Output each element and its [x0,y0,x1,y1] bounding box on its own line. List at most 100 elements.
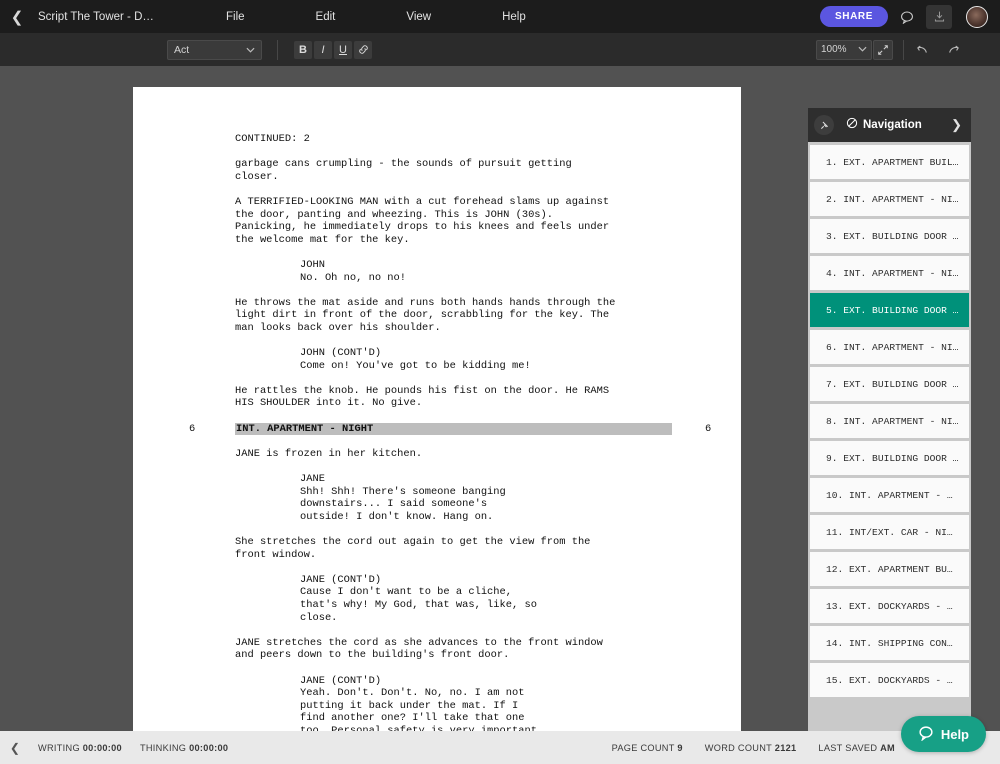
comment-bubble-icon[interactable] [894,5,920,29]
nav-scene-item[interactable]: 9. EXT. BUILDING DOOR … [810,441,969,475]
menu-item-list: File Edit View Help [216,7,587,27]
menu-item-view[interactable]: View [396,7,441,27]
action-line: the door, panting and wheezing. This is … [133,209,741,222]
share-button[interactable]: SHARE [820,6,888,27]
navigation-panel-header: Navigation ❯ [808,108,971,142]
last-saved-value: AM [880,743,895,753]
dialogue-line: find another one? I'll take that one [133,712,741,725]
nav-scene-item[interactable]: 15. EXT. DOCKYARDS - … [810,663,969,697]
undo-arrow-icon[interactable] [915,44,929,56]
nav-scene-label: 3. EXT. BUILDING DOOR … [826,231,958,242]
chat-bubble-icon [918,725,934,744]
zoom-level-select[interactable]: 100% [816,40,872,60]
nav-scene-item[interactable]: 10. INT. APARTMENT - … [810,478,969,512]
nav-scene-item[interactable]: 5. EXT. BUILDING DOOR … [810,293,969,327]
action-line: front window. [133,549,741,562]
nav-scene-item[interactable]: 6. INT. APARTMENT - NI… [810,330,969,364]
thinking-time: 00:00:00 [189,743,228,753]
element-type-select[interactable]: Act [167,40,262,60]
bold-label: B [299,44,307,56]
scene-heading-row[interactable]: 6 INT. APARTMENT - NIGHT 6 [133,423,741,436]
editor-workspace: CONTINUED: 2garbage cans crumpling - the… [0,66,1000,731]
script-blank-line [133,335,741,348]
nav-scene-item[interactable]: 2. INT. APARTMENT - NI… [810,182,969,216]
last-saved: LAST SAVED AM [818,743,895,753]
pin-icon[interactable] [814,115,834,135]
nav-scene-item[interactable]: 3. EXT. BUILDING DOOR … [810,219,969,253]
script-blank-line [133,183,741,196]
scene-heading-text: INT. APARTMENT - NIGHT [235,423,672,436]
nav-scene-label: 2. INT. APARTMENT - NI… [826,194,958,205]
menu-item-help[interactable]: Help [492,7,536,27]
nav-scene-label: 7. EXT. BUILDING DOOR … [826,379,958,390]
dialogue-line: downstairs... I said someone's [133,498,741,511]
redo-arrow-icon[interactable] [947,44,961,56]
writing-time: 00:00:00 [83,743,122,753]
nav-scene-label: 1. EXT. APARTMENT BUIL… [826,157,958,168]
zoom-level-value: 100% [821,44,847,55]
back-chevron-icon[interactable]: ❮ [2,8,32,26]
chevron-down-icon [246,44,255,56]
chevron-down-icon [858,44,867,55]
nav-scene-item[interactable]: 8. INT. APARTMENT - NI… [810,404,969,438]
script-blank-line [133,561,741,574]
nav-scene-item[interactable]: 4. INT. APARTMENT - NI… [810,256,969,290]
zoom-controls: 100% [816,40,893,60]
menu-item-edit[interactable]: Edit [306,7,346,27]
script-blank-line [133,435,741,448]
italic-button[interactable]: I [314,41,332,59]
dialogue-line: close. [133,612,741,625]
statusbar-collapse-icon[interactable]: ❮ [0,741,30,755]
scene-number-right: 6 [705,423,711,436]
action-line: the welcome mat for the key. [133,234,741,247]
status-bar: ❮ WRITING 00:00:00 THINKING 00:00:00 PAG… [0,731,1000,764]
nav-scene-item[interactable]: 12. EXT. APARTMENT BU… [810,552,969,586]
navigation-title: Navigation [863,119,922,131]
scene-number-left: 6 [189,423,195,436]
statusbar-timers: WRITING 00:00:00 THINKING 00:00:00 [38,743,228,753]
thinking-label: THINKING [140,743,186,753]
thinking-timer: THINKING 00:00:00 [140,743,228,753]
italic-label: I [321,44,324,56]
nav-scene-label: 4. INT. APARTMENT - NI… [826,268,958,279]
formatting-toolbar: Act B I U 100% [0,33,1000,66]
menu-item-file[interactable]: File [216,7,255,27]
character-cue: JANE [133,473,741,486]
character-cue: JOHN [133,259,741,272]
last-saved-label: LAST SAVED [818,743,877,753]
nav-scene-item[interactable]: 1. EXT. APARTMENT BUIL… [810,145,969,179]
nav-scene-item[interactable]: 7. EXT. BUILDING DOOR … [810,367,969,401]
script-text-body[interactable]: CONTINUED: 2garbage cans crumpling - the… [133,87,741,731]
underline-label: U [339,44,347,56]
nav-scene-item[interactable]: 14. INT. SHIPPING CON… [810,626,969,660]
underline-button[interactable]: U [334,41,352,59]
chevron-right-icon[interactable]: ❯ [951,117,962,133]
dialogue-line: Come on! You've got to be kidding me! [133,360,741,373]
writing-timer: WRITING 00:00:00 [38,743,122,753]
bold-button[interactable]: B [294,41,312,59]
expand-arrows-icon[interactable] [873,40,893,60]
nav-scene-item[interactable]: 13. EXT. DOCKYARDS - … [810,589,969,623]
target-circle-icon [846,116,858,134]
page-count-label: PAGE COUNT [612,743,675,753]
nav-scene-label: 11. INT/EXT. CAR - NI… [826,527,953,538]
word-count-label: WORD COUNT [705,743,772,753]
script-blank-line [133,410,741,423]
link-icon[interactable] [354,41,372,59]
download-icon[interactable] [926,5,952,29]
help-button[interactable]: Help [901,716,986,752]
script-blank-line [133,662,741,675]
navigation-title-group: Navigation [846,116,922,134]
dialogue-line: No. Oh no, no no! [133,272,741,285]
document-title[interactable]: Script The Tower - De… [38,11,158,23]
word-count: WORD COUNT 2121 [705,743,797,753]
nav-scene-item[interactable]: 11. INT/EXT. CAR - NI… [810,515,969,549]
navigation-scene-list[interactable]: 1. EXT. APARTMENT BUIL… 2. INT. APARTMENT… [808,142,971,731]
script-page[interactable]: CONTINUED: 2garbage cans crumpling - the… [133,87,741,731]
script-blank-line [133,624,741,637]
user-avatar[interactable] [966,6,988,28]
help-label: Help [941,727,969,742]
navigation-panel: Navigation ❯ 1. EXT. APARTMENT BUIL… 2. I… [808,108,971,731]
nav-scene-label: 6. INT. APARTMENT - NI… [826,342,958,353]
page-count-value: 9 [677,743,682,753]
